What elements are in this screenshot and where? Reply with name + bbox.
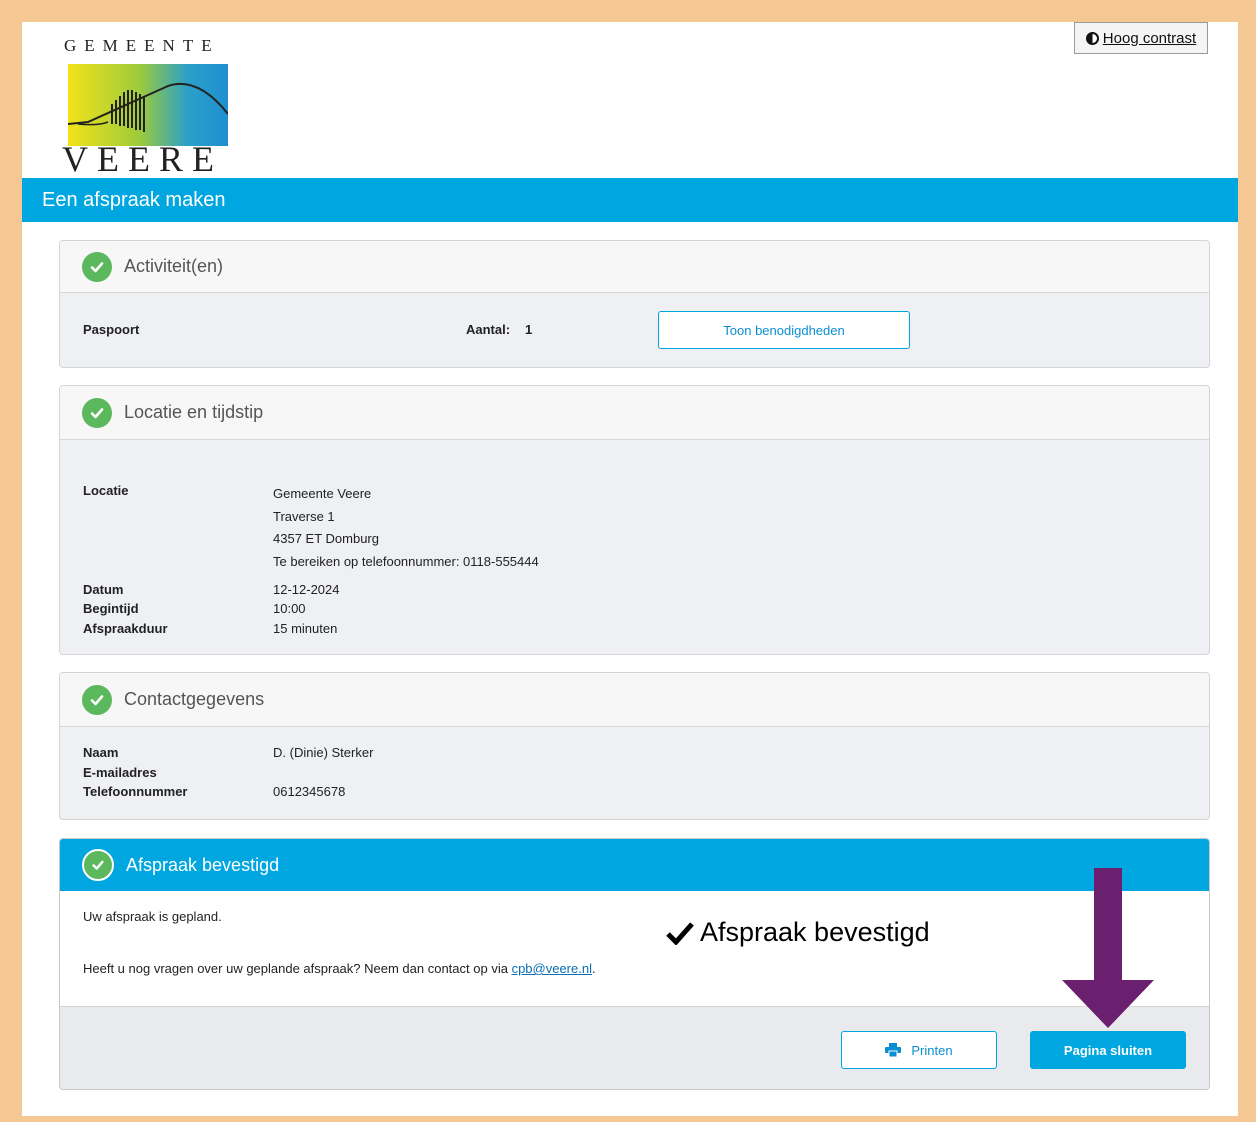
activities-title: Activiteit(en): [124, 256, 224, 276]
contact-panel-header: Contactgegevens: [60, 673, 1209, 727]
support-email-link[interactable]: cpb@veere.nl: [512, 961, 592, 976]
activities-panel-header: Activiteit(en): [60, 241, 1209, 293]
confirmation-panel: Afspraak bevestigd Uw afspraak is geplan…: [59, 838, 1210, 1090]
arrow-down-icon: [1062, 868, 1154, 1028]
duration-value: 15 minuten: [273, 621, 338, 636]
scheduled-text: Uw afspraak is gepland.: [83, 909, 222, 924]
duration-label: Afspraakduur: [83, 621, 168, 636]
close-page-button[interactable]: Pagina sluiten: [1030, 1031, 1186, 1069]
confirmation-title: Afspraak bevestigd: [126, 854, 280, 875]
high-contrast-label: Hoog contrast: [1102, 29, 1197, 47]
confirmation-footer: Printen Pagina sluiten: [60, 1006, 1209, 1089]
location-time-panel-header: Locatie en tijdstip: [60, 386, 1209, 440]
confirmed-annotation-text: Afspraak bevestigd: [700, 917, 930, 947]
show-requirements-button[interactable]: Toon benodigdheden: [658, 311, 910, 349]
logo-bottom-text: VEERE: [62, 139, 223, 179]
contrast-icon: [1085, 31, 1099, 45]
product-name: Paspoort: [83, 322, 140, 337]
page-title: Een afspraak maken: [42, 188, 226, 211]
date-value: 12-12-2024: [273, 582, 340, 597]
print-button[interactable]: Printen: [841, 1031, 997, 1069]
name-label: Naam: [83, 745, 119, 760]
contact-title: Contactgegevens: [124, 689, 265, 709]
start-time-value: 10:00: [273, 601, 306, 616]
phone-value: 0612345678: [273, 784, 346, 799]
address-line: Te bereiken op telefoonnummer: 0118-5554…: [273, 554, 539, 569]
confirmed-annotation: Afspraak bevestigd: [666, 917, 930, 948]
questions-text-main: Heeft u nog vragen over uw geplande afsp…: [83, 961, 512, 976]
confirmation-body: Uw afspraak is gepland. Heeft u nog vrag…: [60, 891, 1209, 1006]
activities-panel: Activiteit(en) Paspoort Aantal: 1 Toon b…: [59, 240, 1210, 368]
page-title-banner: Een afspraak maken: [22, 178, 1238, 222]
printer-icon: [885, 1043, 902, 1057]
address-line: 4357 ET Domburg: [273, 531, 379, 546]
questions-text: Heeft u nog vragen over uw geplande afsp…: [83, 961, 596, 976]
name-value: D. (Dinie) Sterker: [273, 745, 374, 760]
address-line: Traverse 1: [273, 509, 335, 524]
close-page-label: Pagina sluiten: [1063, 1042, 1153, 1058]
date-label: Datum: [83, 582, 124, 597]
questions-text-period: .: [591, 961, 596, 976]
high-contrast-button[interactable]: Hoog contrast: [1074, 22, 1208, 54]
phone-label: Telefoonnummer: [83, 784, 188, 799]
print-label: Printen: [911, 1042, 953, 1058]
location-label: Locatie: [83, 483, 129, 498]
gemeente-veere-logo[interactable]: GEMEENTE VEERE: [58, 34, 233, 179]
confirmation-panel-header: Afspraak bevestigd: [60, 839, 1209, 891]
show-requirements-label: Toon benodigdheden: [723, 322, 845, 338]
checkmark-icon: [666, 921, 694, 945]
check-circle-icon: [82, 849, 114, 881]
address-line: Gemeente Veere: [273, 486, 372, 501]
start-time-label: Begintijd: [83, 601, 139, 616]
count-value: 1: [525, 322, 533, 337]
check-circle-icon: [82, 684, 112, 715]
check-circle-icon: [82, 251, 112, 282]
contact-panel: Contactgegevens Naam D. (Dinie) Sterker …: [59, 672, 1210, 820]
location-time-panel: Locatie en tijdstip Locatie Gemeente Vee…: [59, 385, 1210, 655]
location-time-title: Locatie en tijdstip: [124, 402, 264, 422]
check-circle-icon: [82, 397, 112, 428]
logo-graphic: [68, 64, 228, 146]
email-label: E-mailadres: [83, 765, 157, 780]
logo-top-text: GEMEENTE: [64, 36, 220, 55]
count-label: Aantal:: [466, 322, 511, 337]
page: GEMEENTE VEERE Hoog contrast Een afspraa…: [22, 22, 1238, 1116]
